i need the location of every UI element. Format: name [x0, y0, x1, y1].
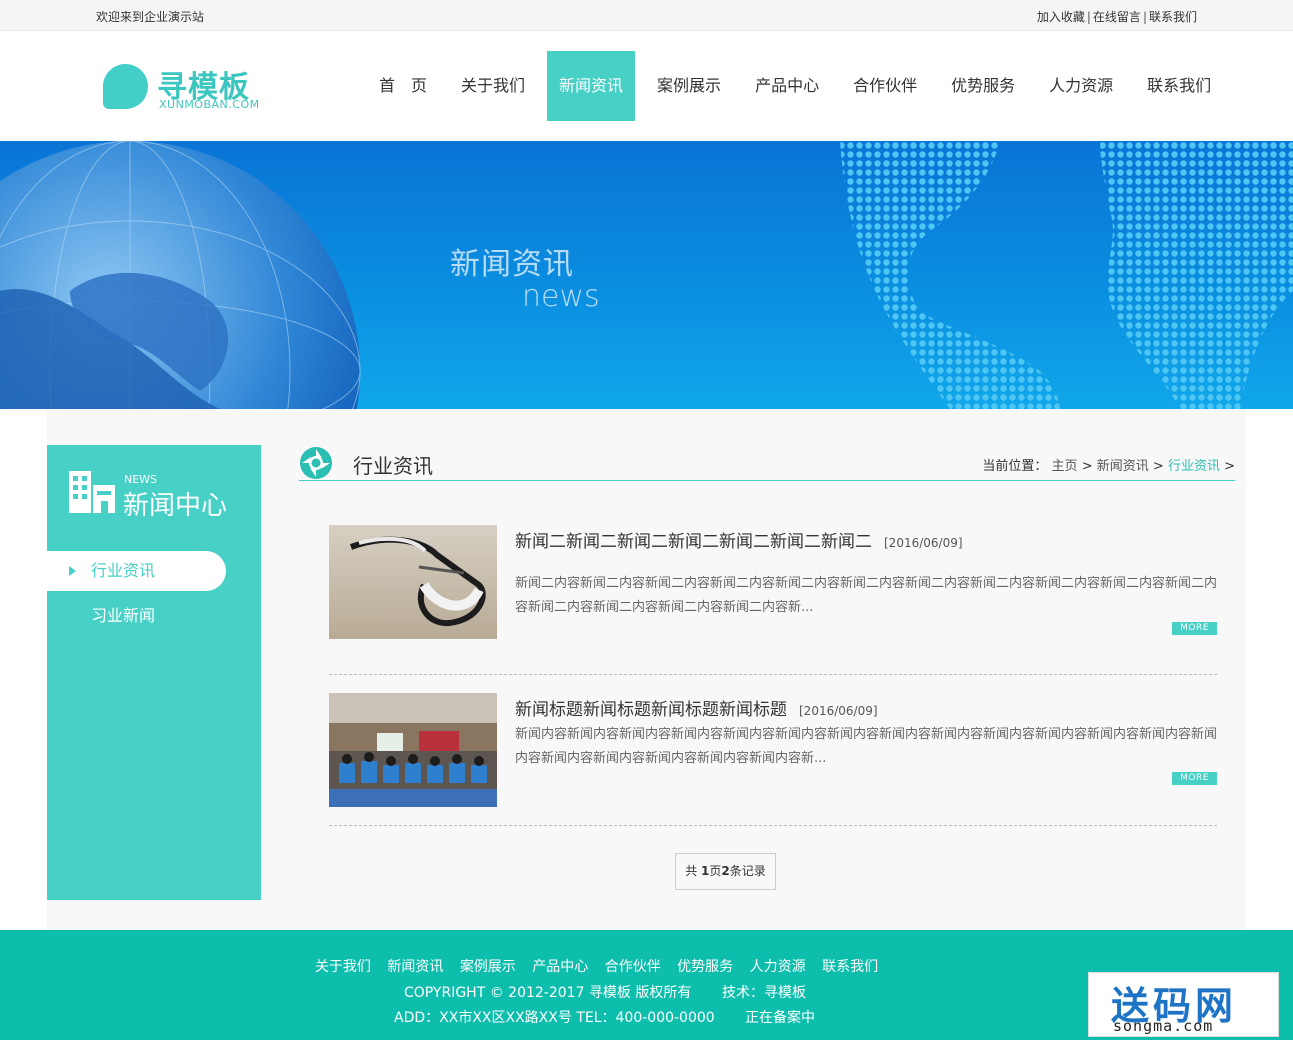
logo-domain: XUNMOBAN.COM [159, 98, 260, 111]
nav-cases[interactable]: 案例展示 [645, 51, 733, 121]
main-nav: 首 页 关于我们 新闻资讯 案例展示 产品中心 合作伙伴 优势服务 人力资源 联… [362, 51, 1228, 121]
sidebar-item-label: 习业新闻 [91, 606, 156, 625]
nav-services[interactable]: 优势服务 [939, 51, 1027, 121]
nav-news[interactable]: 新闻资讯 [547, 51, 636, 121]
banner: 新闻资讯 news [0, 141, 1293, 409]
more-button[interactable]: MORE [1172, 622, 1217, 635]
tech-support: 技术：寻模板 [722, 985, 806, 1001]
copyright: COPYRIGHT © 2012-2017 寻模板 版权所有 [404, 985, 692, 1001]
content-panel: 行业资讯 当前位置： 主页 > 新闻资讯 > 行业资讯 > [299, 445, 1235, 481]
nav-products[interactable]: 产品中心 [743, 51, 831, 121]
nav-contact[interactable]: 联系我们 [1135, 51, 1223, 121]
breadcrumb-sep: > [1224, 459, 1235, 474]
main-area: NEWS 新闻中心 行业资讯 习业新闻 行业资讯 当前位置： 主页 > 新闻资讯… [47, 409, 1246, 930]
sidebar-item-industry-news[interactable]: 行业资讯 [47, 551, 226, 591]
content-title: 行业资讯 [353, 454, 433, 478]
top-bar: 欢迎来到企业演示站 加入收藏 | 在线留言 | 联系我们 [0, 0, 1293, 31]
news-summary: 新闻内容新闻内容新闻内容新闻内容新闻内容新闻内容新闻内容新闻内容新闻内容新闻内容… [515, 727, 1218, 766]
top-links: 加入收藏 | 在线留言 | 联系我们 [1036, 10, 1197, 24]
banner-globe-map-graphic [0, 141, 1293, 409]
building-icon [69, 471, 115, 513]
sidebar: NEWS 新闻中心 行业资讯 习业新闻 [47, 445, 261, 900]
site-logo[interactable]: 寻模板 XUNMOBAN.COM [103, 64, 263, 114]
welcome-text: 欢迎来到企业演示站 [96, 10, 205, 24]
address: ADD：XX市XX区XX路XX号 TEL：400-000-0000 [394, 1010, 715, 1026]
banner-subtitle: news [522, 279, 600, 314]
news-summary: 新闻二内容新闻二内容新闻二内容新闻二内容新闻二内容新闻二内容新闻二内容新闻二内容… [515, 576, 1218, 615]
more-button[interactable]: MORE [1172, 772, 1217, 785]
pagination: 共 1页2条记录 [675, 853, 776, 890]
footer-link-partners[interactable]: 合作伙伴 [605, 959, 661, 975]
contact-us-link[interactable]: 联系我们 [1149, 10, 1197, 24]
breadcrumb-prefix: 当前位置： [982, 459, 1048, 474]
list-item: 新闻二新闻二新闻二新闻二新闻二新闻二新闻二 [2016/06/09] 新闻二内容新… [329, 524, 1217, 675]
footer-link-products[interactable]: 产品中心 [532, 959, 588, 975]
sidebar-title: 新闻中心 [123, 491, 228, 521]
news-thumbnail-meeting[interactable] [329, 693, 497, 807]
footer-link-hr[interactable]: 人力资源 [750, 959, 806, 975]
banner-title: 新闻资讯 [450, 247, 574, 282]
breadcrumb-sep: > [1152, 459, 1164, 474]
news-date: [2016/06/09] [799, 704, 878, 718]
logo-bubble-icon [103, 64, 148, 109]
aperture-icon [300, 447, 332, 479]
record-count: 2 [721, 864, 730, 878]
content-header: 行业资讯 当前位置： 主页 > 新闻资讯 > 行业资讯 > [299, 445, 1235, 481]
footer-link-news[interactable]: 新闻资讯 [387, 959, 443, 975]
news-date: [2016/06/09] [884, 536, 963, 550]
footer-link-cases[interactable]: 案例展示 [460, 959, 516, 975]
news-title[interactable]: 新闻二新闻二新闻二新闻二新闻二新闻二新闻二 [2016/06/09] [515, 527, 963, 552]
news-list: 新闻二新闻二新闻二新闻二新闻二新闻二新闻二 [2016/06/09] 新闻二内容新… [329, 524, 1217, 826]
sidebar-item-label: 行业资讯 [91, 561, 156, 580]
nav-about[interactable]: 关于我们 [449, 51, 537, 121]
news-thumbnail-glasses[interactable] [329, 525, 497, 639]
footer-link-contact[interactable]: 联系我们 [822, 959, 878, 975]
icp-status: 正在备案中 [745, 1010, 815, 1026]
breadcrumb: 当前位置： 主页 > 新闻资讯 > 行业资讯 > [982, 455, 1235, 474]
sidebar-item-company-news[interactable]: 习业新闻 [47, 596, 261, 636]
sidebar-header: NEWS 新闻中心 [47, 445, 261, 541]
header: 寻模板 XUNMOBAN.COM 首 页 关于我们 新闻资讯 案例展示 产品中心… [0, 31, 1293, 141]
breadcrumb-current[interactable]: 行业资讯 [1168, 459, 1220, 474]
online-message-link[interactable]: 在线留言 [1093, 10, 1141, 24]
add-favorite-link[interactable]: 加入收藏 [1037, 10, 1085, 24]
breadcrumb-home[interactable]: 主页 [1052, 459, 1078, 474]
footer-link-about[interactable]: 关于我们 [315, 959, 371, 975]
nav-partners[interactable]: 合作伙伴 [841, 51, 929, 121]
footer-link-services[interactable]: 优势服务 [677, 959, 733, 975]
breadcrumb-news[interactable]: 新闻资讯 [1097, 459, 1149, 474]
watermark-logo: 送码网 songma.com [1088, 972, 1279, 1037]
news-title[interactable]: 新闻标题新闻标题新闻标题新闻标题 [2016/06/09] [515, 695, 878, 720]
sidebar-menu: 行业资讯 习业新闻 [47, 551, 261, 641]
footer-nav: 关于我们 新闻资讯 案例展示 产品中心 合作伙伴 优势服务 人力资源 联系我们 [0, 956, 1193, 976]
nav-hr[interactable]: 人力资源 [1037, 51, 1125, 121]
nav-home[interactable]: 首 页 [367, 51, 439, 121]
breadcrumb-sep: > [1081, 459, 1093, 474]
arrow-right-icon [69, 566, 76, 576]
list-item: 新闻标题新闻标题新闻标题新闻标题 [2016/06/09] 新闻内容新闻内容新闻内… [329, 675, 1217, 826]
